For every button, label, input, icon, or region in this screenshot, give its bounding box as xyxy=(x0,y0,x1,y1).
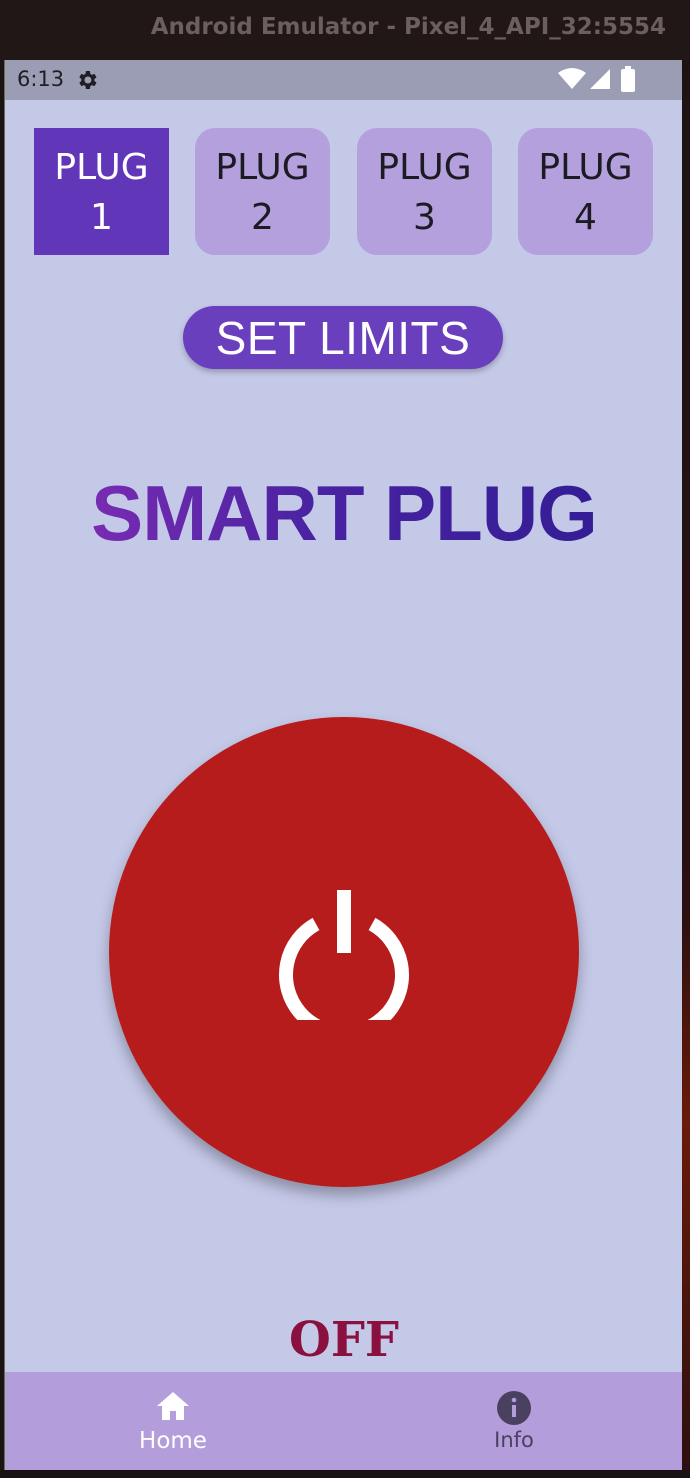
nav-home-tab[interactable]: Home xyxy=(73,1372,273,1470)
window-edge-right xyxy=(682,60,690,1478)
set-limits-button[interactable]: SET LIMITS xyxy=(183,306,503,369)
cell-signal-icon xyxy=(590,67,612,95)
info-icon xyxy=(496,1390,532,1425)
plug-4-button[interactable]: PLUG 4 xyxy=(518,128,653,255)
nav-home-label: Home xyxy=(139,1428,207,1454)
plug-4-number: 4 xyxy=(574,196,597,238)
bottom-navigation: Home Info xyxy=(5,1372,683,1470)
app-screen: 6:13 PLUG 1 PLUG 2 PLUG 3 PLUG 4 SET LIM… xyxy=(4,60,683,1470)
status-bar: 6:13 xyxy=(5,60,683,100)
plug-1-number: 1 xyxy=(90,196,113,238)
wifi-icon xyxy=(558,67,586,95)
plug-3-number: 3 xyxy=(413,196,436,238)
home-icon xyxy=(155,1390,191,1424)
window-edge-bottom xyxy=(0,1470,690,1478)
plug-4-label: PLUG xyxy=(538,146,633,188)
plug-selector: PLUG 1 PLUG 2 PLUG 3 PLUG 4 xyxy=(5,128,683,256)
emulator-title-bar: Android Emulator - Pixel_4_API_32:5554 xyxy=(0,0,690,60)
status-time: 6:13 xyxy=(17,67,65,91)
plug-2-label: PLUG xyxy=(215,146,310,188)
app-title: SMART PLUG xyxy=(5,468,683,559)
power-toggle-button[interactable] xyxy=(109,717,579,1187)
power-icon xyxy=(274,880,414,1040)
power-state-label: OFF xyxy=(289,1312,399,1368)
plug-1-label: PLUG xyxy=(54,146,149,188)
plug-3-button[interactable]: PLUG 3 xyxy=(357,128,492,255)
plug-1-button[interactable]: PLUG 1 xyxy=(34,128,169,255)
nav-info-tab[interactable]: Info xyxy=(414,1372,614,1470)
window-title: Android Emulator - Pixel_4_API_32:5554 xyxy=(150,14,666,40)
nav-info-label: Info xyxy=(494,1428,534,1452)
plug-2-number: 2 xyxy=(251,196,274,238)
plug-3-label: PLUG xyxy=(377,146,472,188)
battery-icon xyxy=(621,66,635,96)
plug-2-button[interactable]: PLUG 2 xyxy=(195,128,330,255)
gear-icon xyxy=(75,68,99,96)
